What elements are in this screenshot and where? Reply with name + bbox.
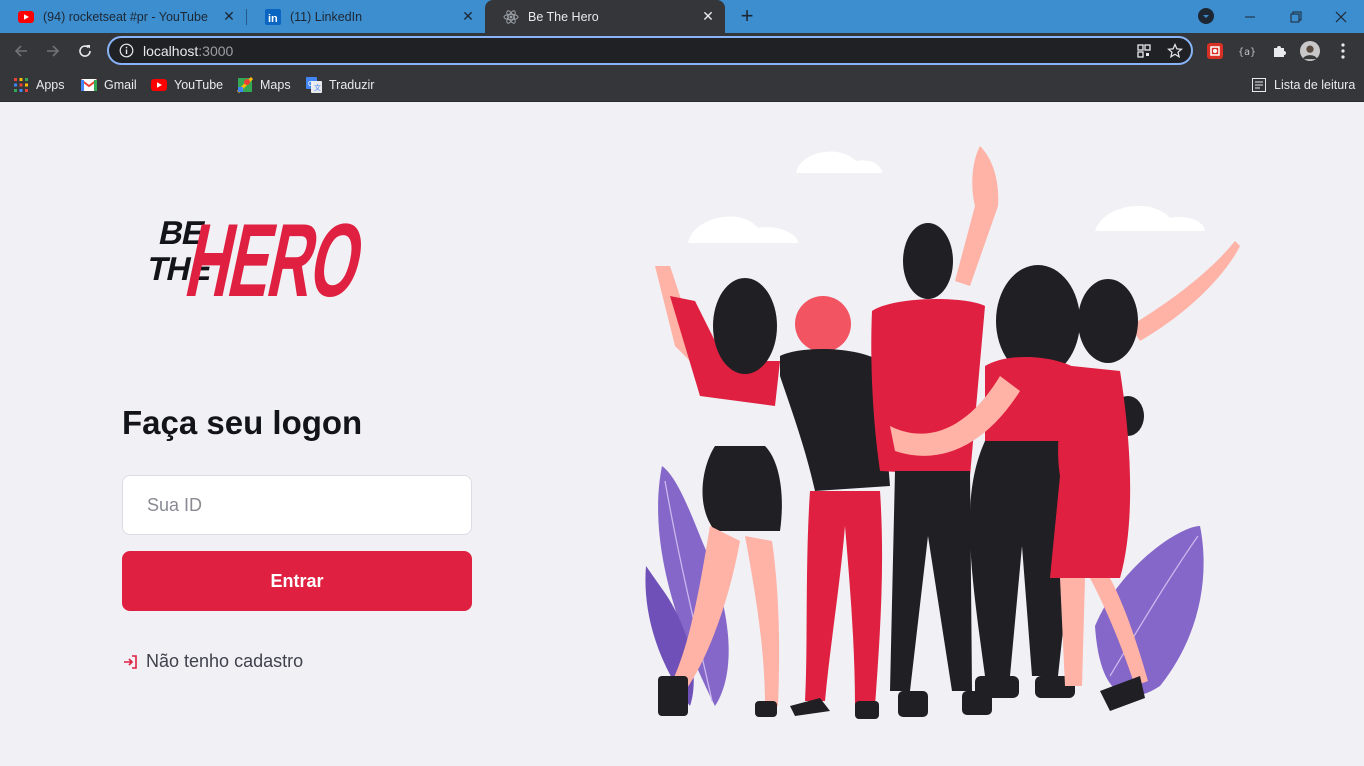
page-content: BE THE HERO Faça seu logon Entrar Não te… <box>0 102 1364 766</box>
gmail-icon <box>81 77 97 93</box>
back-button[interactable] <box>9 39 33 63</box>
json-formatter-icon[interactable]: {a} <box>1237 41 1257 61</box>
login-button[interactable]: Entrar <box>122 551 472 611</box>
bookmark-youtube[interactable]: YouTube <box>151 75 223 95</box>
bookmark-star-icon[interactable] <box>1166 42 1184 59</box>
tab-title: (94) rocketseat #pr - YouTube <box>43 9 208 24</box>
bookmark-maps[interactable]: Maps <box>237 75 291 95</box>
tab-title: Be The Hero <box>528 9 599 24</box>
be-the-hero-logo: BE THE HERO <box>120 194 376 319</box>
apps-grid-icon <box>13 77 29 93</box>
youtube-icon <box>151 77 167 93</box>
bookmark-label: YouTube <box>174 78 224 92</box>
close-window-button[interactable] <box>1318 0 1364 33</box>
register-link-label: Não tenho cadastro <box>146 651 304 671</box>
bookmark-apps[interactable]: Apps <box>13 75 65 95</box>
close-tab-icon[interactable]: ✕ <box>701 9 715 23</box>
browser-menu-icon[interactable] <box>1333 41 1353 61</box>
maps-icon <box>237 77 253 93</box>
reading-list-button[interactable]: Lista de leitura <box>1251 75 1355 95</box>
forward-button[interactable] <box>41 39 65 63</box>
tab-title: (11) LinkedIn <box>290 9 363 24</box>
linkedin-icon: in <box>265 8 281 25</box>
tab-be-the-hero[interactable]: Be The Hero ✕ <box>485 0 725 33</box>
svg-text:in: in <box>268 13 278 25</box>
tab-youtube[interactable]: (94) rocketseat #pr - YouTube ✕ <box>0 0 246 33</box>
browser-tab-bar: (94) rocketseat #pr - YouTube ✕ in (11) … <box>0 0 1364 33</box>
bookmark-label: Apps <box>36 78 65 92</box>
heroes-illustration <box>640 146 1250 726</box>
reading-list-label: Lista de leitura <box>1274 78 1356 92</box>
tab-search-icon[interactable] <box>1198 8 1214 24</box>
new-tab-button[interactable]: + <box>737 5 757 27</box>
minimize-button[interactable] <box>1227 0 1273 33</box>
log-in-icon <box>122 654 138 670</box>
cloud-icon <box>688 151 1205 243</box>
close-tab-icon[interactable]: ✕ <box>222 9 236 23</box>
extensions-puzzle-icon[interactable] <box>1269 41 1289 61</box>
profile-avatar-icon[interactable] <box>1300 41 1320 61</box>
address-bar[interactable]: localhost:3000 <box>107 36 1193 65</box>
svg-text:{a}: {a} <box>1238 47 1256 58</box>
url-text: localhost:3000 <box>143 43 233 59</box>
bookmark-label: Maps <box>260 78 291 92</box>
logo-hero-text: HERO <box>177 203 372 304</box>
id-input[interactable] <box>122 475 472 535</box>
react-icon <box>503 9 519 25</box>
translate-icon: G文 <box>306 77 322 93</box>
url-port: :3000 <box>198 43 234 59</box>
youtube-icon <box>18 9 34 25</box>
bookmark-label: Gmail <box>104 78 137 92</box>
register-link[interactable]: Não tenho cadastro <box>122 651 303 672</box>
extension-red-icon[interactable] <box>1205 41 1225 61</box>
url-host: localhost <box>143 43 199 59</box>
site-info-icon[interactable] <box>119 43 134 58</box>
restore-button[interactable] <box>1273 0 1319 33</box>
reload-button[interactable] <box>73 39 97 63</box>
bookmarks-bar: Apps Gmail YouTube Maps G文 Traduzir List… <box>0 69 1364 102</box>
browser-toolbar: localhost:3000 {a} <box>0 33 1364 69</box>
qr-code-icon[interactable] <box>1136 43 1152 59</box>
bookmark-gmail[interactable]: Gmail <box>81 75 137 95</box>
bookmark-label: Traduzir <box>329 78 375 92</box>
page-title: Faça seu logon <box>122 404 363 441</box>
svg-text:G: G <box>308 81 313 88</box>
svg-text:文: 文 <box>314 83 321 92</box>
reading-list-icon <box>1251 77 1267 93</box>
tab-linkedin[interactable]: in (11) LinkedIn ✕ <box>247 0 485 33</box>
close-tab-icon[interactable]: ✕ <box>461 9 475 23</box>
bookmark-traduzir[interactable]: G文 Traduzir <box>306 75 374 95</box>
